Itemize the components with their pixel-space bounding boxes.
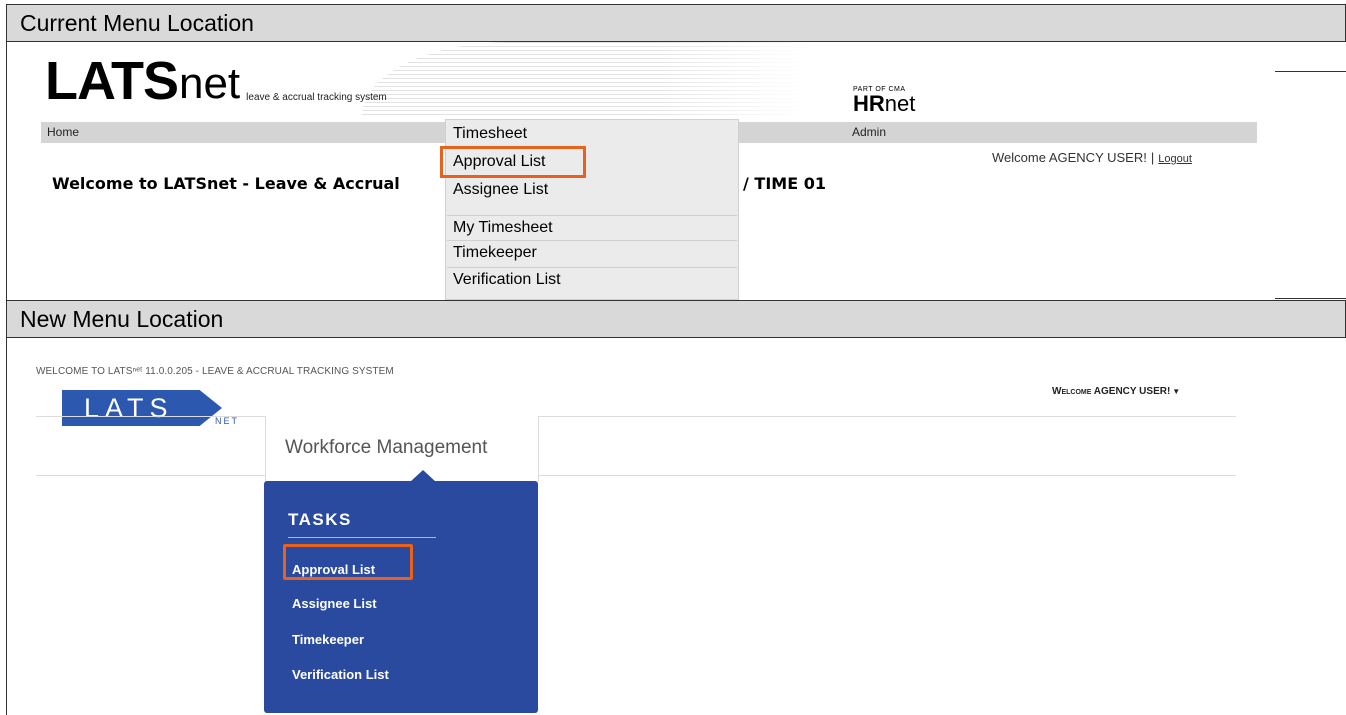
old-screenshot: LATS net leave & accrual tracking system… (7, 42, 1275, 300)
tasks-divider (288, 537, 436, 538)
new-version-banner: WELCOME TO LATSⁿᵉᵗ 11.0.0.205 - LEAVE & … (36, 366, 394, 377)
old-welcome-heading-suffix: / TIME 01 (743, 174, 826, 193)
old-user-greeting: Welcome AGENCY USER! (992, 150, 1147, 165)
tab-workforce-management-label: Workforce Management (285, 437, 488, 458)
new-user-menu[interactable]: Welcome AGENCY USER! ▼ (1052, 386, 1180, 397)
logo-net: net (178, 59, 241, 108)
nav-timesheet[interactable]: Timesheet (453, 125, 527, 143)
task-item-approval-list[interactable]: Approval List (292, 562, 375, 577)
old-menu-item-timekeeper[interactable]: Timekeeper (447, 240, 737, 264)
caret-down-icon: ▼ (1172, 387, 1181, 396)
section-header-new: New Menu Location (6, 300, 1346, 338)
hrnet-logo: PART OF CMA HRnet (853, 86, 916, 116)
timesheet-dropdown-menu: Timesheet Approval List Assignee List My… (440, 119, 739, 300)
old-menu-item-my-timesheet[interactable]: My Timesheet (447, 215, 737, 239)
task-item-timekeeper[interactable]: Timekeeper (292, 632, 364, 647)
hrnet-hr: HR (853, 91, 885, 116)
logo-flag: LATS (62, 390, 222, 426)
section-title-current: Current Menu Location (20, 10, 254, 36)
new-user-greeting: Welcome AGENCY USER! (1052, 386, 1171, 397)
latsnet-logo: LATS net leave & accrual tracking system (45, 51, 387, 111)
old-user-bar: Welcome AGENCY USER! | Logout (992, 150, 1192, 165)
logout-link[interactable]: Logout (1158, 153, 1192, 165)
tasks-heading: TASKS (288, 510, 352, 529)
task-item-verification-list[interactable]: Verification List (292, 667, 389, 682)
old-welcome-heading: Welcome to LATSnet - Leave & Accrual (52, 174, 400, 193)
task-item-assignee-list[interactable]: Assignee List (292, 596, 377, 611)
nav-bottom-rule (36, 475, 1236, 476)
nav-top-rule (36, 416, 1236, 417)
lats-net-logo: LATS NET (62, 390, 254, 432)
nav-home[interactable]: Home (47, 125, 79, 139)
section-header-current: Current Menu Location (6, 4, 1346, 42)
logo-lats: LATS (45, 51, 179, 111)
hrnet-net: net (884, 91, 916, 116)
old-menu-item-assignee-list[interactable]: Assignee List (447, 178, 737, 202)
header-banner-graphic (362, 42, 807, 116)
nav-admin[interactable]: Admin (852, 125, 886, 139)
section-title-new: New Menu Location (20, 306, 224, 332)
old-menu-item-approval-list[interactable]: Approval List (440, 146, 586, 178)
table-border-left (6, 338, 7, 715)
table-rule (1275, 298, 1346, 299)
old-user-separator: | (1150, 150, 1155, 165)
table-rule (1275, 71, 1346, 72)
logo-net-sub: NET (215, 416, 239, 426)
old-menu-item-verification-list[interactable]: Verification List (447, 267, 737, 291)
logo-tagline: leave & accrual tracking system (246, 92, 387, 103)
